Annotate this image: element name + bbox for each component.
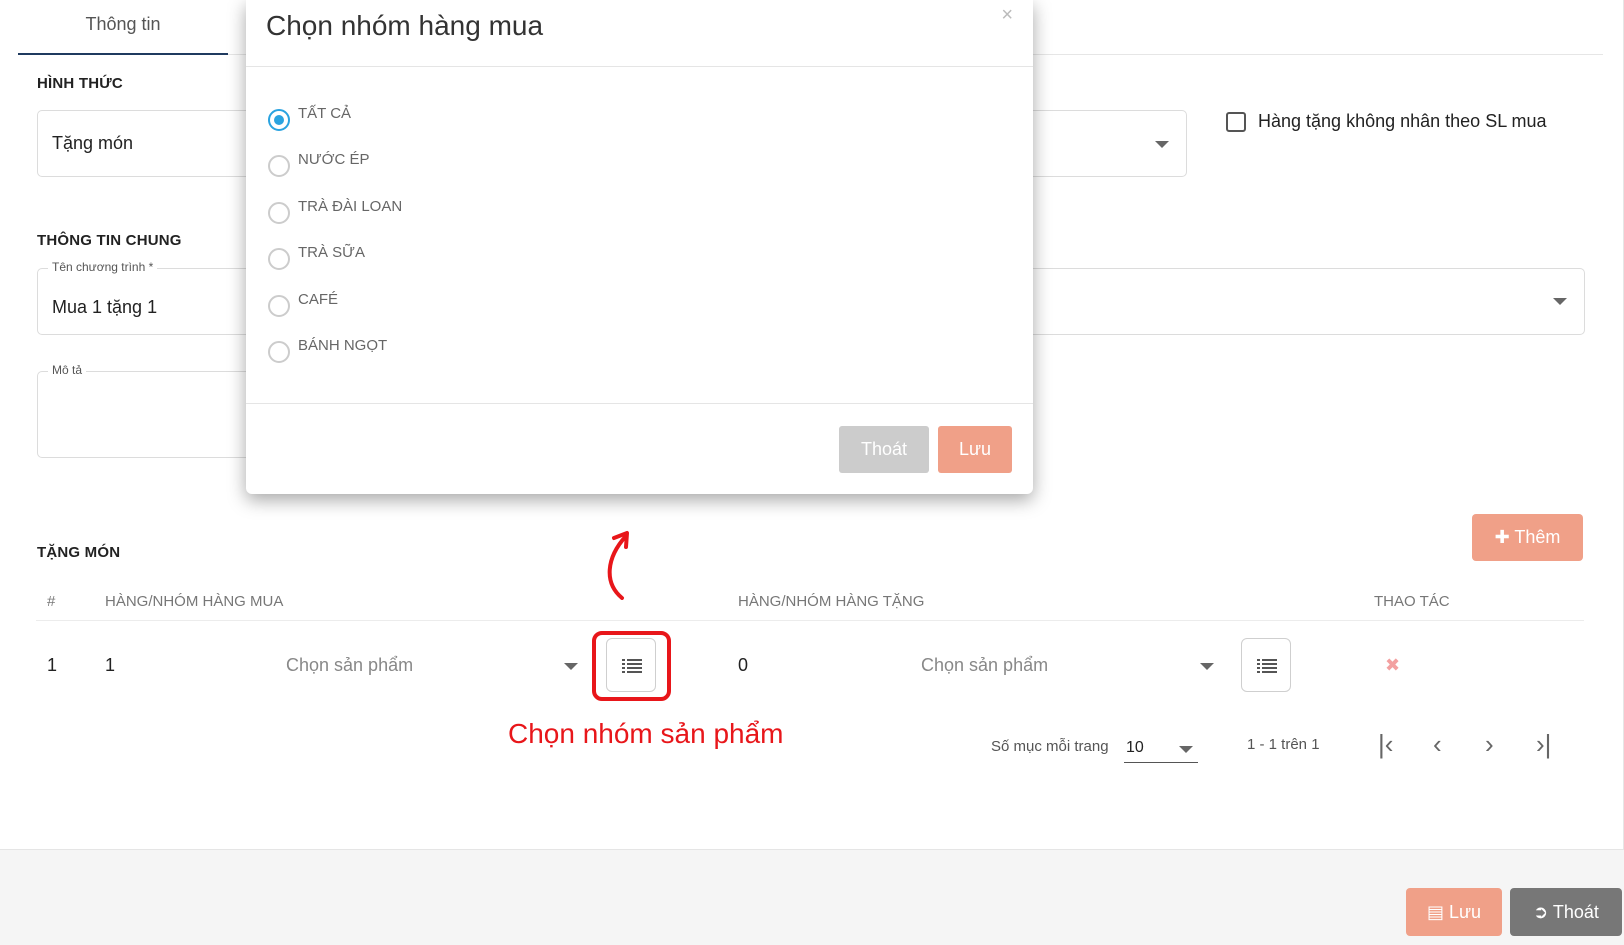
chevron-down-icon[interactable] [1200,663,1214,670]
radio-button[interactable] [268,202,290,224]
floppy-icon: ▤ [1426,902,1449,922]
next-page-icon[interactable]: › [1485,729,1494,760]
list-icon [1257,659,1277,673]
close-icon[interactable]: × [1001,4,1013,27]
buy-quantity[interactable]: 1 [105,655,115,676]
annotation-arrow-icon [607,531,629,600]
mo-ta-label: Mô tả [48,363,87,377]
column-header-index: # [47,593,56,610]
modal-exit-button[interactable]: Thoát [839,426,929,473]
per-page-label: Số mục mỗi trang [991,738,1109,755]
chevron-down-icon[interactable] [564,663,578,670]
save-label: Lưu [1448,902,1482,922]
add-gift-button[interactable]: ✚ Thêm [1472,514,1583,561]
radio-label: BÁNH NGỌT [298,337,388,354]
section-title-tang-mon: TẶNG MÓN [37,544,121,561]
chevron-down-icon [1553,298,1567,305]
radio-button[interactable] [268,295,290,317]
section-title-thong-tin-chung: THÔNG TIN CHUNG [37,232,182,249]
annotation-highlight-box [592,631,671,701]
choose-gift-group-button[interactable] [1241,638,1291,692]
save-button[interactable]: ▤ Lưu [1406,888,1502,936]
per-page-select[interactable]: 10 [1124,735,1198,763]
radio-button[interactable] [268,341,290,363]
column-header-actions: THAO TÁC [1374,593,1450,610]
radio-label: CAFÉ [298,291,339,308]
gift-product-select[interactable]: Chọn sản phẩm [921,655,1048,676]
footer-bar [0,849,1624,945]
radio-button[interactable] [268,155,290,177]
plus-icon: ✚ [1494,527,1515,547]
modal-footer-divider [246,403,1033,404]
radio-label: TRÀ SỮA [298,244,365,261]
per-page-value: 10 [1126,739,1144,756]
ten-chuong-trinh-label: Tên chương trình * [48,260,158,274]
choose-buy-group-modal: Chọn nhóm hàng mua × TẤT CẢ NƯỚC ÉP TRÀ … [246,0,1033,494]
gift-not-multiply-label: Hàng tặng không nhân theo SL mua [1258,111,1547,131]
row-index: 1 [47,655,58,675]
exit-label: Thoát [1552,902,1599,922]
gift-not-multiply-checkbox[interactable] [1226,112,1246,132]
header-divider [36,620,1584,621]
ten-chuong-trinh-value: Mua 1 tặng 1 [52,297,158,317]
delete-row-icon[interactable]: ✖ [1385,655,1400,676]
column-header-gift: HÀNG/NHÓM HÀNG TẶNG [738,593,925,610]
buy-product-select[interactable]: Chọn sản phẩm [286,655,413,676]
radio-button[interactable] [268,248,290,270]
exit-button[interactable]: ➲ Thoát [1510,888,1622,936]
annotation-text: Chọn nhóm sản phẩm [508,718,784,749]
radio-label: TẤT CẢ [298,105,352,122]
section-title-hinh-thuc: HÌNH THỨC [37,75,123,92]
first-page-icon[interactable]: |‹ [1378,729,1393,760]
last-page-icon[interactable]: ›| [1536,729,1551,760]
chevron-down-icon [1179,746,1193,753]
hinh-thuc-value: Tặng món [52,133,134,153]
prev-page-icon[interactable]: ‹ [1433,729,1442,760]
add-gift-label: Thêm [1514,527,1561,547]
sign-out-icon: ➲ [1533,902,1553,922]
radio-label: NƯỚC ÉP [298,151,370,168]
modal-title: Chọn nhóm hàng mua [266,10,544,41]
chevron-down-icon [1155,141,1169,148]
radio-label: TRÀ ĐÀI LOAN [298,198,403,215]
column-header-buy: HÀNG/NHÓM HÀNG MUA [105,593,284,610]
modal-header: Chọn nhóm hàng mua × [246,0,1033,67]
radio-button[interactable] [268,109,290,131]
pager-range: 1 - 1 trên 1 [1247,736,1320,753]
tab-thong-tin[interactable]: Thông tin [18,0,228,55]
modal-save-button[interactable]: Lưu [938,426,1012,473]
gift-quantity[interactable]: 0 [738,655,748,676]
